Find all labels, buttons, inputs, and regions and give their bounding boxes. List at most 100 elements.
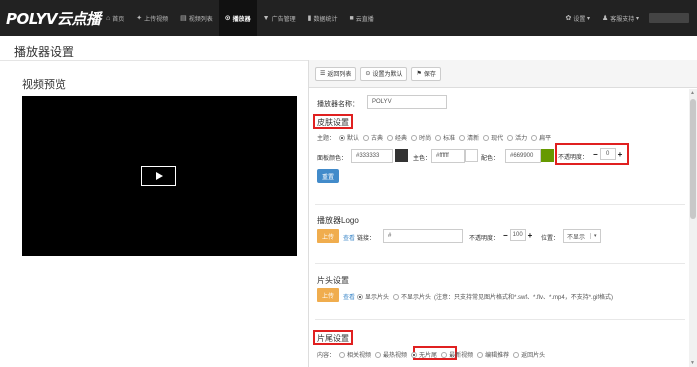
nav-label: 首页 <box>112 16 125 23</box>
nav-label: 上传视频 <box>144 16 169 23</box>
head-upload-button[interactable]: 上传 <box>317 288 340 302</box>
list-icon: ☰ <box>320 71 326 77</box>
plus-icon[interactable]: + <box>616 150 625 159</box>
main-nav: ⌂ 首页 ✦ 上传视频 ▤ 视频列表 ⊙ 播放器 ▼ 广告管理 ▮ 数据统计 ■ 云直播 <box>100 0 380 36</box>
theme-radio[interactable] <box>363 134 370 141</box>
tail-section-title: 片尾设置 <box>317 334 349 343</box>
tail-option-label: 返回片头 <box>521 353 546 359</box>
opacity-label: 不透明度： <box>558 155 589 161</box>
nav-right: ✿ 设置 ▾ ♟ 客服支持 ▾ <box>559 0 697 36</box>
player-name-input[interactable]: POLYV <box>367 95 447 109</box>
nav-upload[interactable]: ✦ 上传视频 <box>130 0 174 36</box>
accent-color-label: 配色： <box>481 156 500 162</box>
theme-option-label: 扁平 <box>539 136 552 142</box>
divider <box>315 263 685 264</box>
accent-color-swatch[interactable] <box>541 149 554 162</box>
logo-opacity-label: 不透明度： <box>469 236 500 242</box>
nav-video-list[interactable]: ▤ 视频列表 <box>174 0 219 36</box>
link-label: 链接： <box>357 236 376 242</box>
panel-color-input[interactable]: #333333 <box>351 149 393 163</box>
scrollbar[interactable]: ▲ ▼ <box>689 89 697 367</box>
divider <box>315 319 685 320</box>
back-to-list-button[interactable]: ☰ 返回列表 <box>315 66 357 81</box>
tail-radio[interactable] <box>477 351 484 358</box>
settings-menu[interactable]: ✿ 设置 ▾ <box>559 0 596 36</box>
theme-radio[interactable] <box>411 134 418 141</box>
nav-label: 视频列表 <box>188 16 213 23</box>
scroll-thumb[interactable] <box>690 99 696 219</box>
bar-chart-icon: ▮ <box>307 15 312 22</box>
head-show-radio[interactable] <box>357 293 363 300</box>
tail-radio[interactable] <box>411 351 418 358</box>
nav-ads[interactable]: ▼ 广告管理 <box>257 0 302 36</box>
minus-icon[interactable]: − <box>591 150 600 159</box>
logo-opacity-stepper: − 100 + <box>501 229 534 241</box>
logo[interactable]: POLYV云点播 <box>0 8 101 29</box>
minus-icon[interactable]: − <box>501 231 510 240</box>
tail-radio[interactable] <box>375 351 382 358</box>
theme-radio[interactable] <box>459 134 466 141</box>
logo-upload-button[interactable]: 上传 <box>317 229 340 243</box>
video-preview[interactable] <box>22 96 297 256</box>
settings-panel: ☰ 返回列表 ⊙ 设置为默认 ⚑ 保存 播放器名称： POLYV 皮肤设置 主题： 默… <box>308 60 697 367</box>
logo-opacity-input[interactable]: 100 <box>509 229 526 241</box>
position-select[interactable]: 不显示 ▾ <box>563 229 601 243</box>
nav-stats[interactable]: ▮ 数据统计 <box>302 0 344 36</box>
tail-radio[interactable] <box>339 351 346 358</box>
theme-option-label: 经典 <box>395 136 408 142</box>
scroll-up-icon[interactable]: ▲ <box>690 90 695 96</box>
caret-down-icon: ▾ <box>585 15 591 22</box>
nav-home[interactable]: ⌂ 首页 <box>100 0 130 36</box>
head-radio-group: 显示片头 不显示片头 (注意：只支持常见图片格式和*.swf、*.flv、*.m… <box>353 292 613 301</box>
theme-radio[interactable] <box>435 134 442 141</box>
back-label: 返回列表 <box>327 72 352 78</box>
tail-radio[interactable] <box>513 351 520 358</box>
tail-option-label: 最新视频 <box>449 353 474 359</box>
nav-live[interactable]: ■ 云直播 <box>344 0 380 36</box>
preview-title: 视频预览 <box>22 79 66 91</box>
theme-radio[interactable] <box>483 134 490 141</box>
theme-option-label: 活力 <box>515 136 528 142</box>
head-show-label: 显示片头 <box>365 295 390 301</box>
opacity-input[interactable]: 0 <box>599 148 616 160</box>
theme-option-label: 默认 <box>347 136 360 142</box>
accent-color-input[interactable]: #669900 <box>505 149 541 163</box>
play-icon <box>156 172 163 180</box>
plus-icon[interactable]: + <box>526 231 535 240</box>
funnel-icon: ▼ <box>262 14 270 22</box>
set-default-button[interactable]: ⊙ 设置为默认 <box>360 66 408 81</box>
theme-option-label: 古典 <box>371 136 384 142</box>
scroll-down-icon[interactable]: ▼ <box>690 360 695 366</box>
logo-link-input[interactable]: # <box>383 229 463 243</box>
account-menu[interactable] <box>649 13 689 23</box>
theme-radio[interactable] <box>339 134 346 141</box>
main-color-input[interactable]: #ffffff <box>431 149 465 163</box>
list-icon: ▤ <box>180 15 187 22</box>
theme-radio[interactable] <box>387 134 394 141</box>
settings-label: 设置 <box>573 16 586 23</box>
tail-option-label: 编辑推荐 <box>485 353 510 359</box>
play-button[interactable] <box>141 166 176 186</box>
support-menu[interactable]: ♟ 客服支持 ▾ <box>596 0 645 36</box>
save-button[interactable]: ⚑ 保存 <box>411 66 441 81</box>
head-note: (注意：只支持常见图片格式和*.swf、*.flv、*.mp4，不支持*.gif… <box>434 295 614 301</box>
gear-icon: ✿ <box>565 15 572 22</box>
head-hide-radio[interactable] <box>393 293 400 300</box>
nav-label: 数据统计 <box>313 16 338 23</box>
user-icon: ♟ <box>602 15 609 22</box>
head-section-title: 片头设置 <box>317 276 349 285</box>
theme-radio[interactable] <box>507 134 514 141</box>
tail-radio-group: 内容： 相关视频 最热视频 无片尾 最新视频 编辑推荐 返回片头 <box>317 350 545 359</box>
logo-view-link[interactable]: 查看 <box>343 233 355 242</box>
tail-radio[interactable] <box>441 351 448 358</box>
settings-form: 播放器名称： POLYV 皮肤设置 主题： 默认 古典 经典 时尚 标准 清新 … <box>309 89 690 367</box>
theme-radio[interactable] <box>531 134 538 141</box>
check-circle-icon: ⊙ <box>365 71 371 77</box>
reset-button[interactable]: 重置 <box>317 169 340 183</box>
main-color-swatch[interactable] <box>465 149 478 162</box>
nav-player[interactable]: ⊙ 播放器 <box>218 0 257 36</box>
panel-color-swatch[interactable] <box>395 149 408 162</box>
player-icon: ⊙ <box>224 15 231 22</box>
set-default-label: 设置为默认 <box>372 72 403 78</box>
page-title: 播放器设置 <box>14 45 75 59</box>
